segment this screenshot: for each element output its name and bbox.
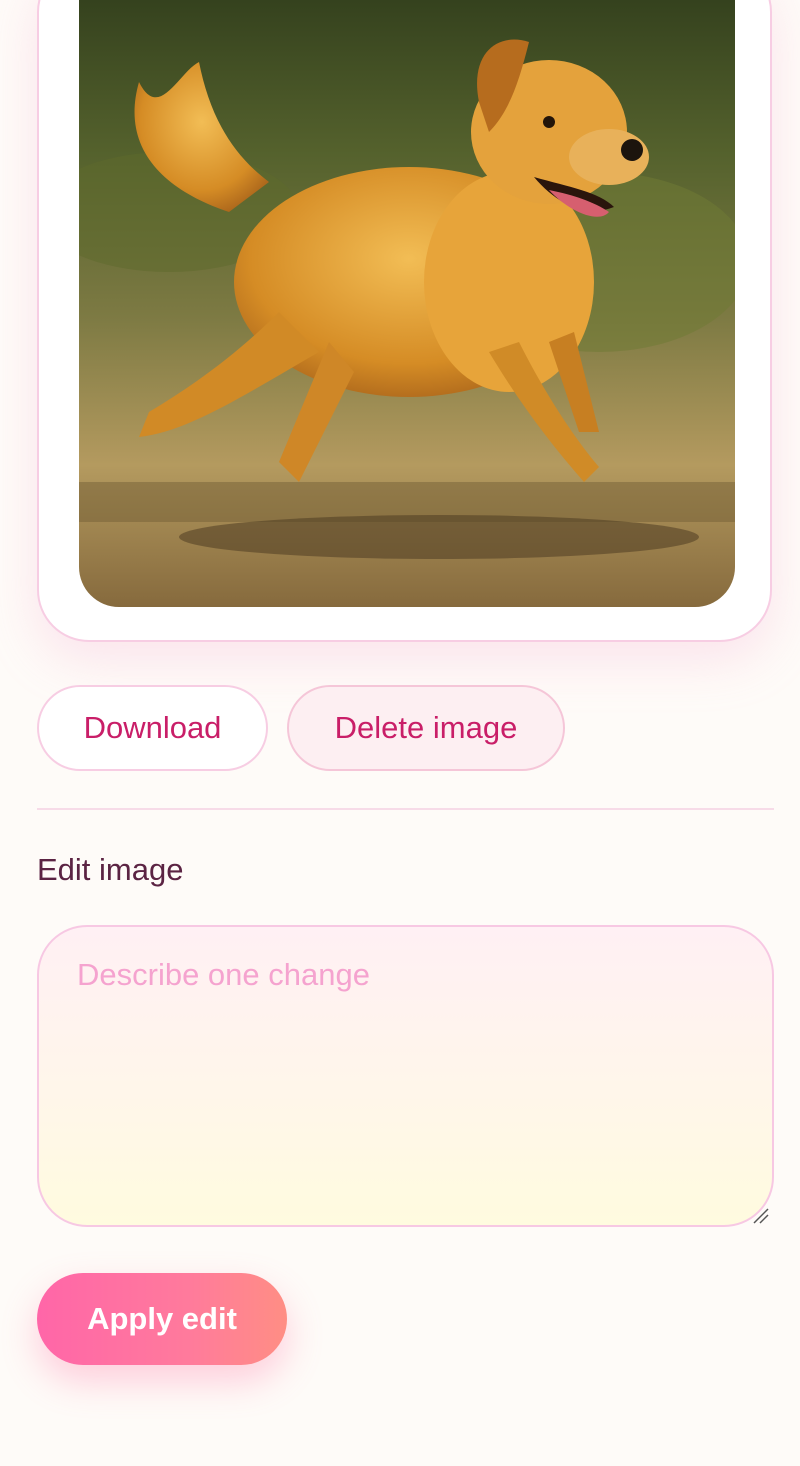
edit-image-label: Edit image bbox=[37, 852, 184, 887]
apply-edit-button[interactable]: Apply edit bbox=[37, 1273, 287, 1365]
edit-prompt-textarea[interactable] bbox=[37, 925, 774, 1227]
resize-handle-icon[interactable] bbox=[750, 1205, 770, 1225]
delete-image-button[interactable]: Delete image bbox=[287, 685, 565, 771]
generated-image bbox=[79, 0, 735, 607]
divider bbox=[37, 808, 774, 810]
download-button[interactable]: Download bbox=[37, 685, 268, 771]
dog-photo bbox=[79, 0, 735, 607]
image-card bbox=[37, 0, 772, 642]
